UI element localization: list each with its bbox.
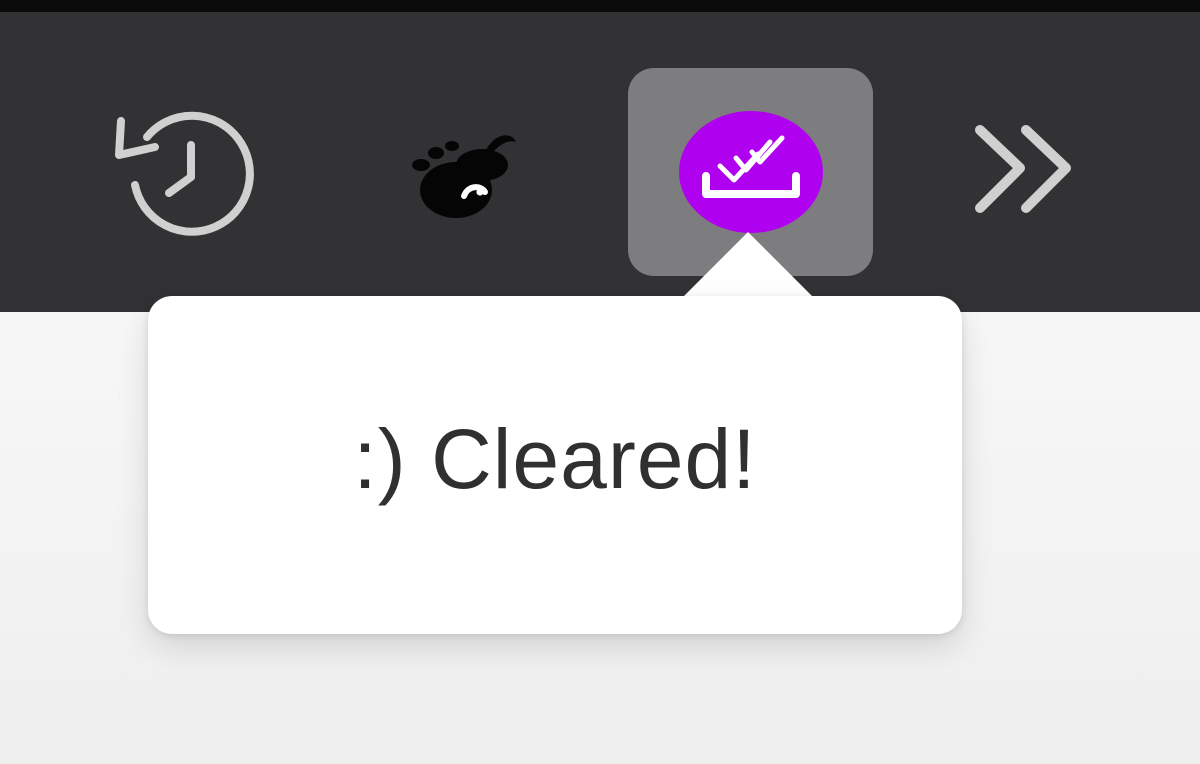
gimp-button[interactable] <box>408 68 528 276</box>
popup-arrow <box>682 232 814 298</box>
gimp-icon <box>408 122 528 222</box>
history-button[interactable] <box>115 68 254 276</box>
popup-message: :) Cleared! <box>353 412 757 506</box>
clear-downloads-icon <box>678 110 824 234</box>
overflow-menu-button[interactable] <box>968 68 1088 276</box>
browser-toolbar <box>0 0 1200 312</box>
double-chevron-icon <box>968 122 1088 222</box>
history-icon <box>113 107 263 237</box>
cleared-popup: :) Cleared! <box>148 296 962 634</box>
